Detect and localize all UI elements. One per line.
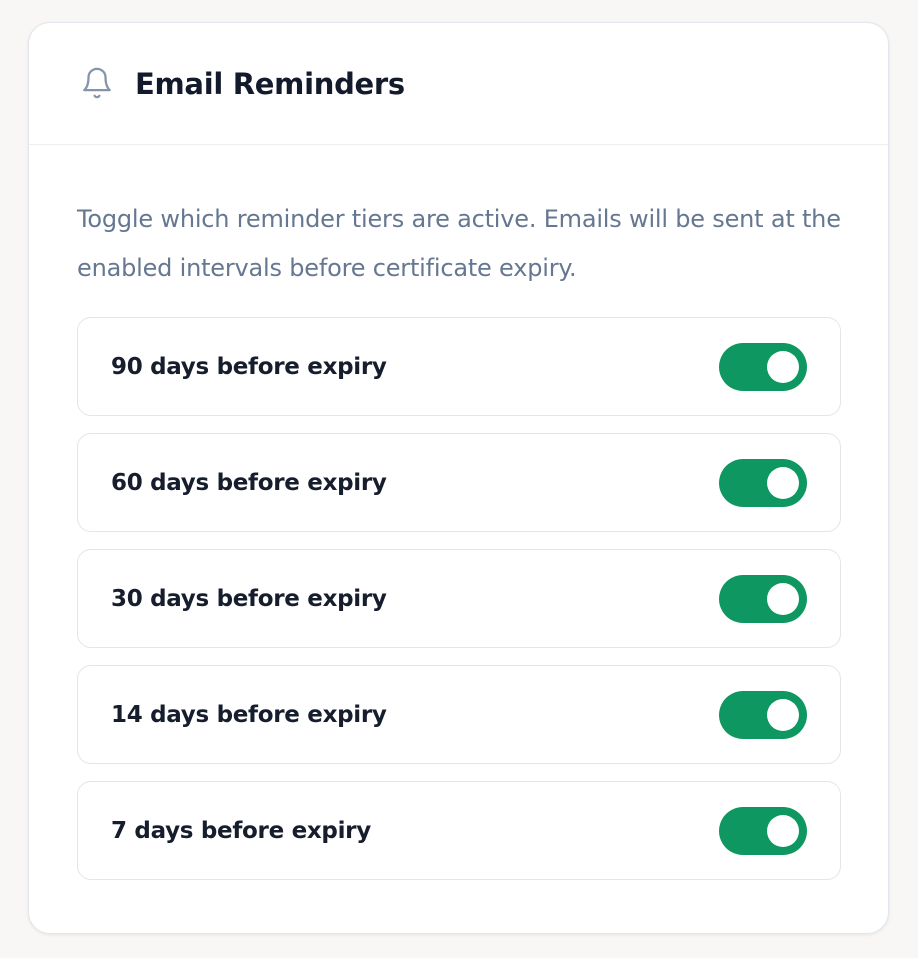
reminder-tier-60-days: 60 days before expiry xyxy=(77,433,841,532)
reminder-tier-7-days: 7 days before expiry xyxy=(77,781,841,880)
reminder-tier-30-days: 30 days before expiry xyxy=(77,549,841,648)
toggle-90-days[interactable] xyxy=(719,342,807,391)
tier-label: 7 days before expiry xyxy=(111,817,371,844)
tier-label: 90 days before expiry xyxy=(111,353,387,380)
toggle-knob xyxy=(767,814,799,847)
toggle-7-days[interactable] xyxy=(719,806,807,855)
reminder-tier-list: 90 days before expiry 60 days before exp… xyxy=(77,317,841,880)
toggle-60-days[interactable] xyxy=(719,458,807,507)
reminder-tier-90-days: 90 days before expiry xyxy=(77,317,841,416)
toggle-14-days[interactable] xyxy=(719,690,807,739)
reminder-tier-14-days: 14 days before expiry xyxy=(77,665,841,764)
tier-label: 14 days before expiry xyxy=(111,701,387,728)
toggle-knob xyxy=(767,698,799,731)
tier-label: 60 days before expiry xyxy=(111,469,387,496)
toggle-30-days[interactable] xyxy=(719,574,807,623)
email-reminders-card: Email Reminders Toggle which reminder ti… xyxy=(28,22,889,934)
toggle-knob xyxy=(767,466,799,499)
toggle-knob xyxy=(767,350,799,383)
toggle-knob xyxy=(767,582,799,615)
bell-icon xyxy=(77,63,117,103)
description-text: Toggle which reminder tiers are active. … xyxy=(77,205,841,282)
card-body: Toggle which reminder tiers are active. … xyxy=(29,145,888,880)
card-title: Email Reminders xyxy=(135,66,405,101)
tier-label: 30 days before expiry xyxy=(111,585,387,612)
card-header: Email Reminders xyxy=(29,23,888,145)
